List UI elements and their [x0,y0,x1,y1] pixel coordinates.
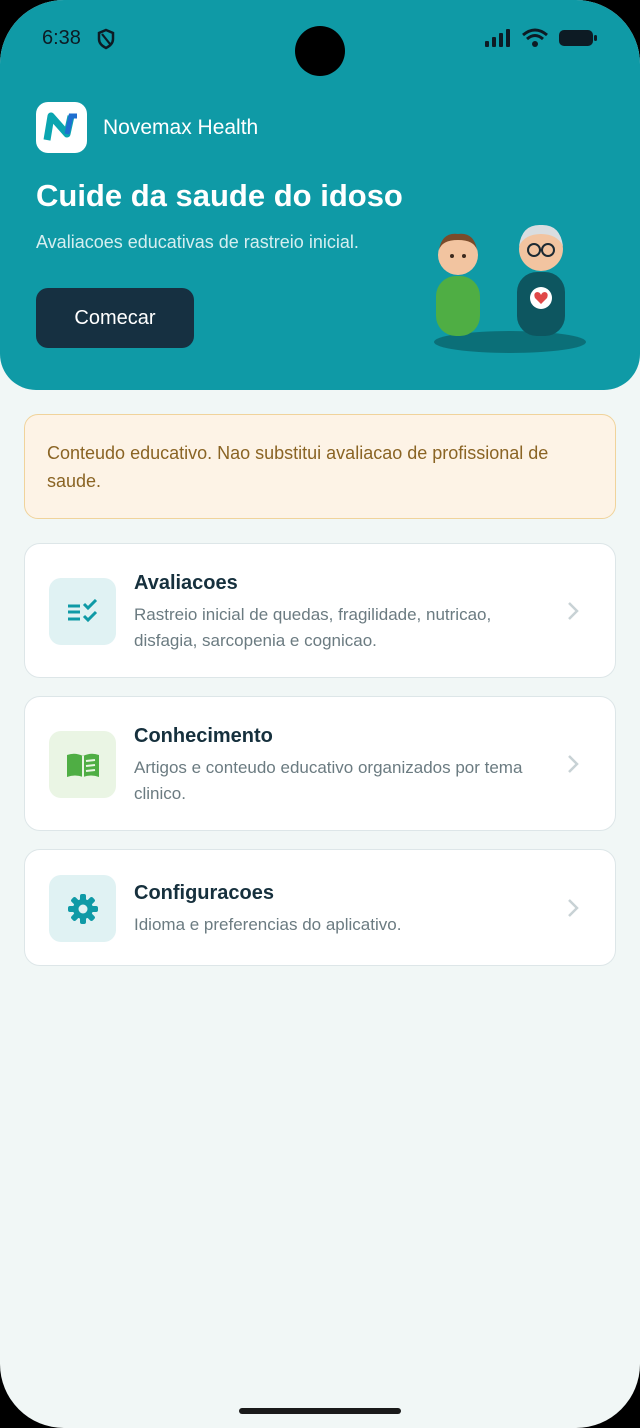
status-icons [484,28,598,53]
menu-item-description: Rastreio inicial de quedas, fragilidade,… [134,605,492,650]
menu-item-title: Conhecimento [134,725,273,747]
start-button[interactable]: Comecar [36,288,194,348]
app-logo [36,102,87,153]
home-indicator[interactable] [239,1408,401,1414]
status-time: 6:38 [42,27,81,49]
menu-item-configuracoes[interactable]: Configuracoes Idioma e preferencias do a… [24,849,616,966]
chevron-right-icon [568,899,579,917]
wifi-icon [522,28,548,53]
menu-item-avaliacoes[interactable]: Avaliacoes Rastreio inicial de quedas, f… [24,543,616,678]
hero-banner: 6:38 Novemax Health Cuide da saude do id… [0,0,640,390]
page-title: Cuide da saude do idoso [36,178,403,213]
chevron-right-icon [568,602,579,620]
phone-screen: 6:38 Novemax Health Cuide da saude do id… [0,0,640,1428]
book-icon [49,731,116,798]
elderly-couple-illustration [434,224,586,353]
menu-item-title: Configuracoes [134,882,275,904]
gear-icon [49,875,116,942]
menu-item-title: Avaliacoes [134,572,238,594]
signal-icon [484,28,512,53]
page-subtitle: Avaliacoes educativas de rastreio inicia… [36,232,359,252]
app-name: Novemax Health [103,116,259,139]
chevron-right-icon [568,755,579,773]
checklist-icon [49,578,116,645]
menu-item-description: Idioma e preferencias do aplicativo. [134,915,402,934]
front-camera [295,26,345,76]
educational-notice: Conteudo educativo. Nao substitui avalia… [24,414,616,519]
battery-icon [558,28,598,53]
menu-item-description: Artigos e conteudo educativo organizados… [134,758,523,803]
shield-icon [96,28,116,55]
menu-item-conhecimento[interactable]: Conhecimento Artigos e conteudo educativ… [24,696,616,831]
